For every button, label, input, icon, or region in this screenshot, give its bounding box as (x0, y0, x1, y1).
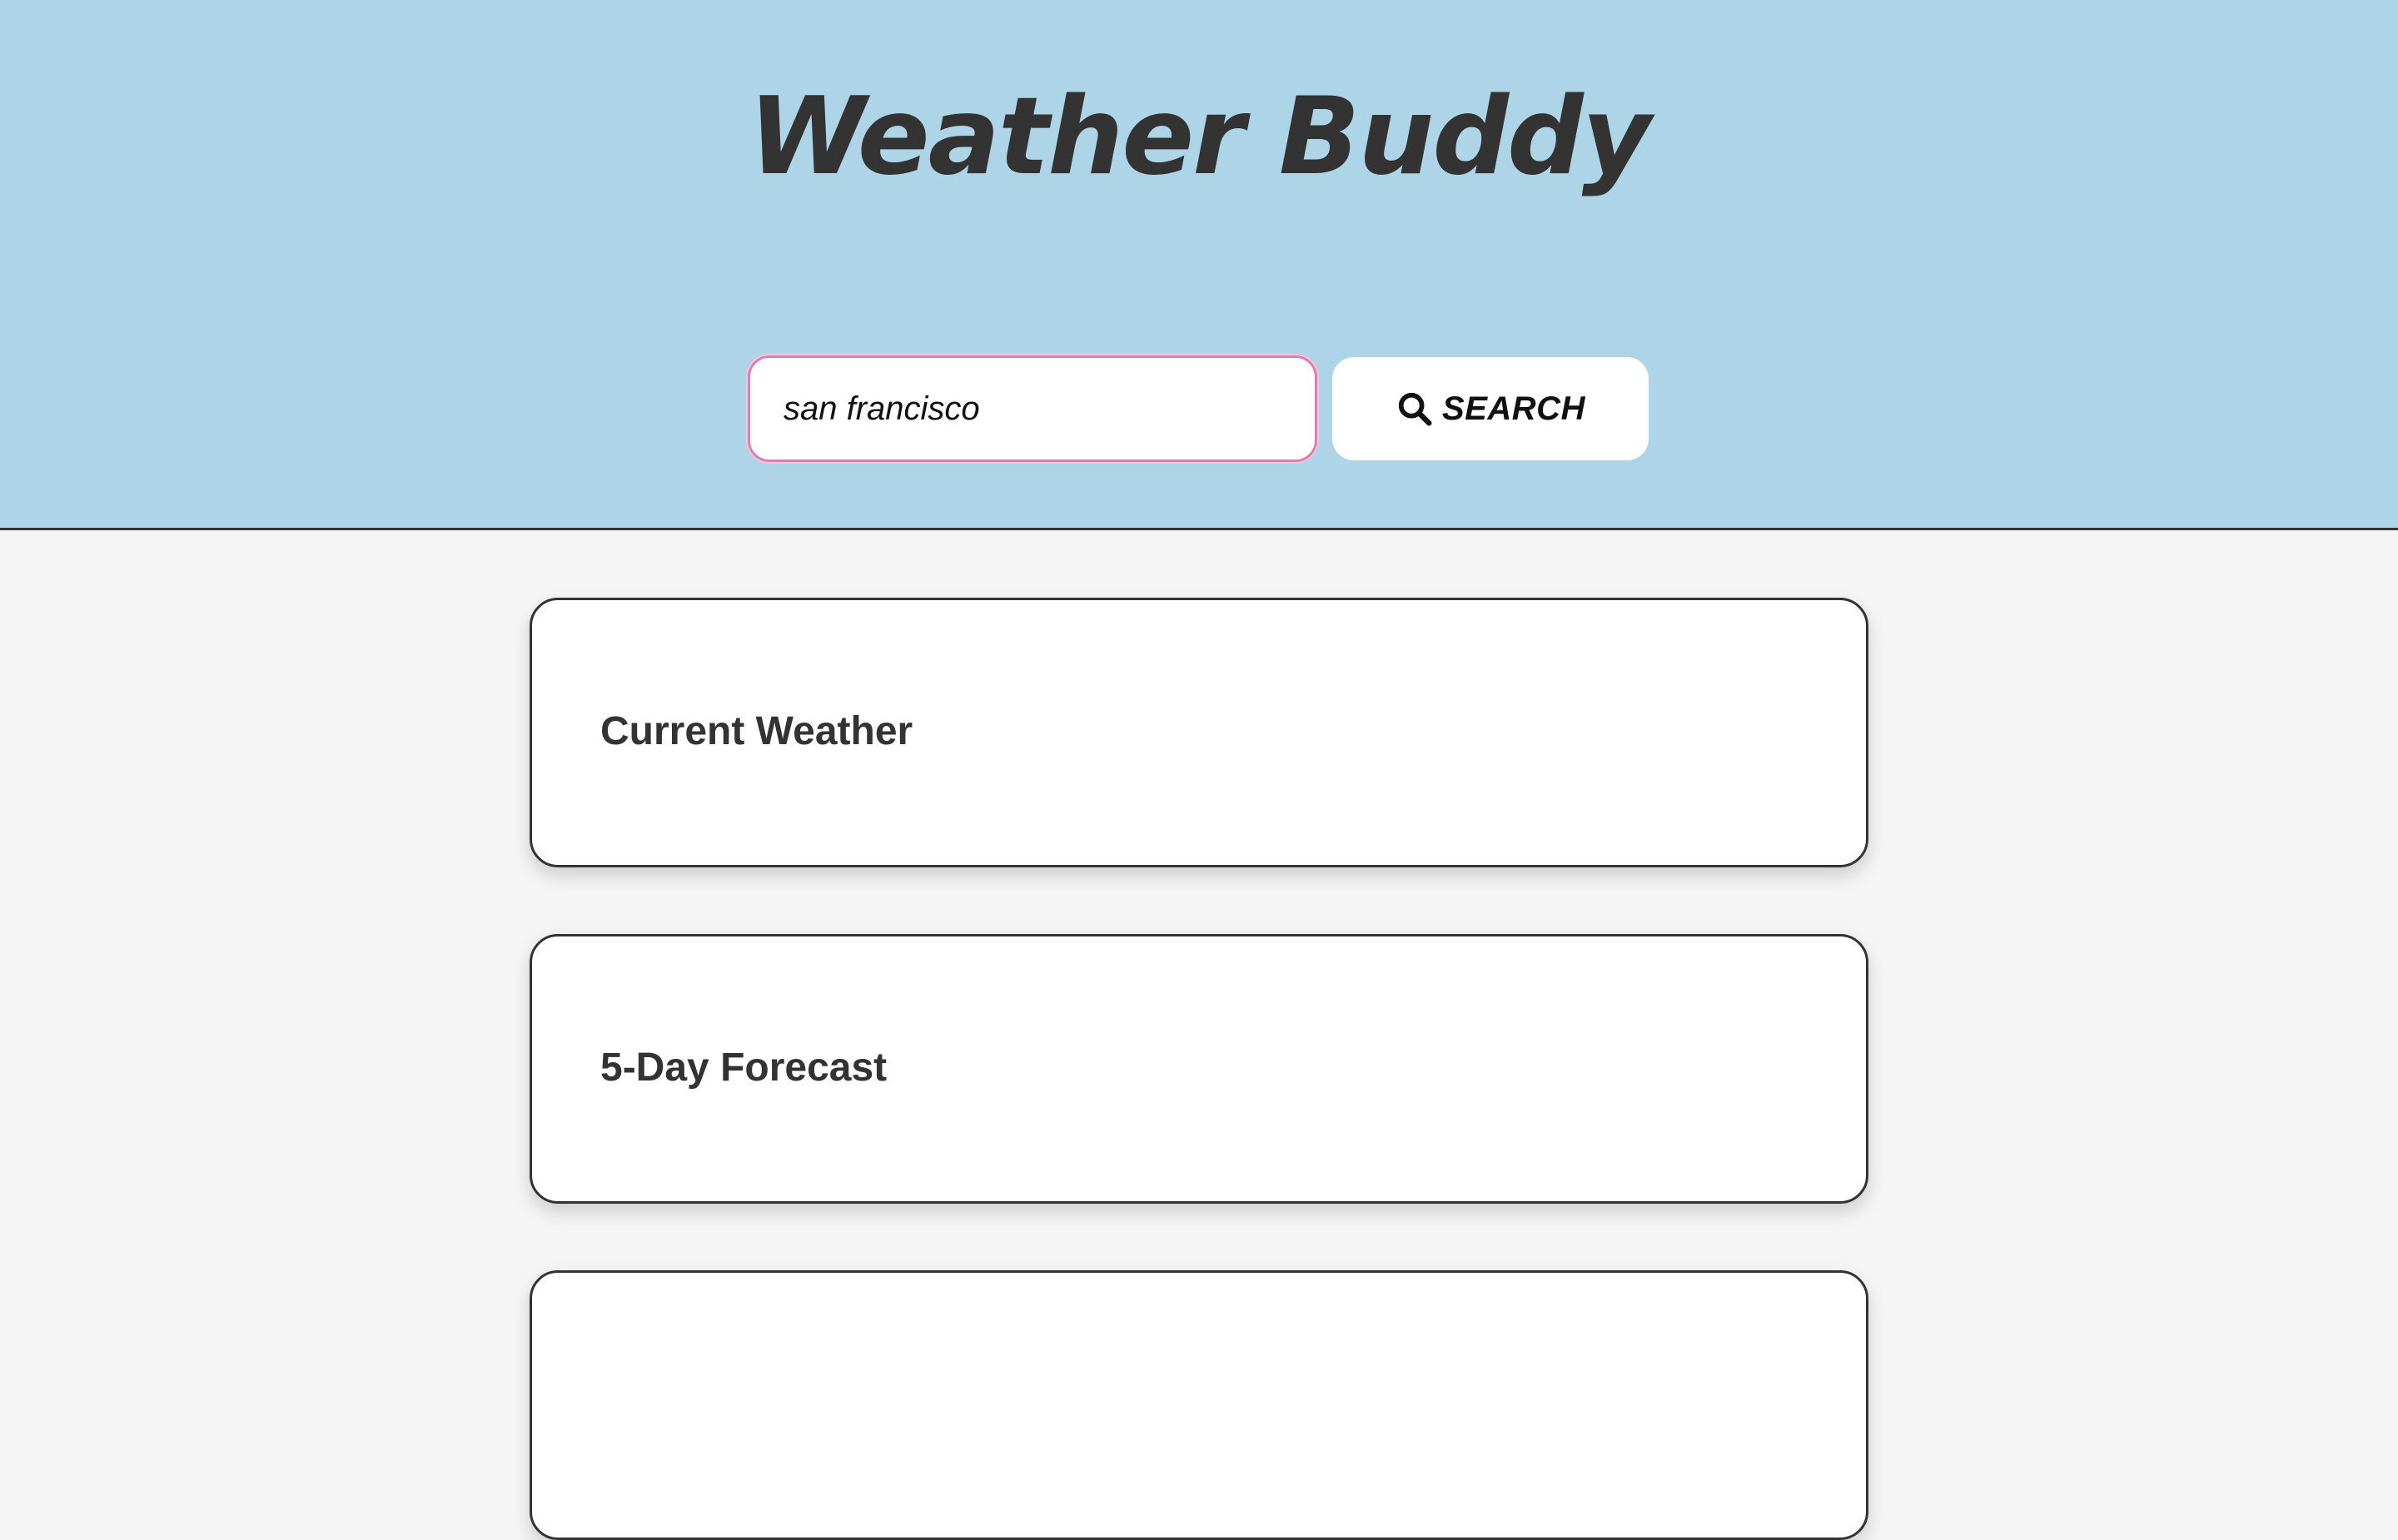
search-button-label: SEARCH (1442, 390, 1585, 427)
forecast-card: 5-Day Forecast (530, 934, 1868, 1204)
current-weather-card: Current Weather (530, 598, 1868, 867)
search-icon (1396, 390, 1434, 428)
search-button[interactable]: SEARCH (1332, 357, 1649, 460)
app-title: Weather Buddy (748, 75, 1651, 199)
current-weather-title: Current Weather (600, 709, 913, 753)
search-input[interactable] (748, 355, 1317, 462)
header: Weather Buddy SEARCH (0, 0, 2398, 530)
forecast-title: 5-Day Forecast (600, 1046, 888, 1090)
additional-card (530, 1270, 1868, 1540)
